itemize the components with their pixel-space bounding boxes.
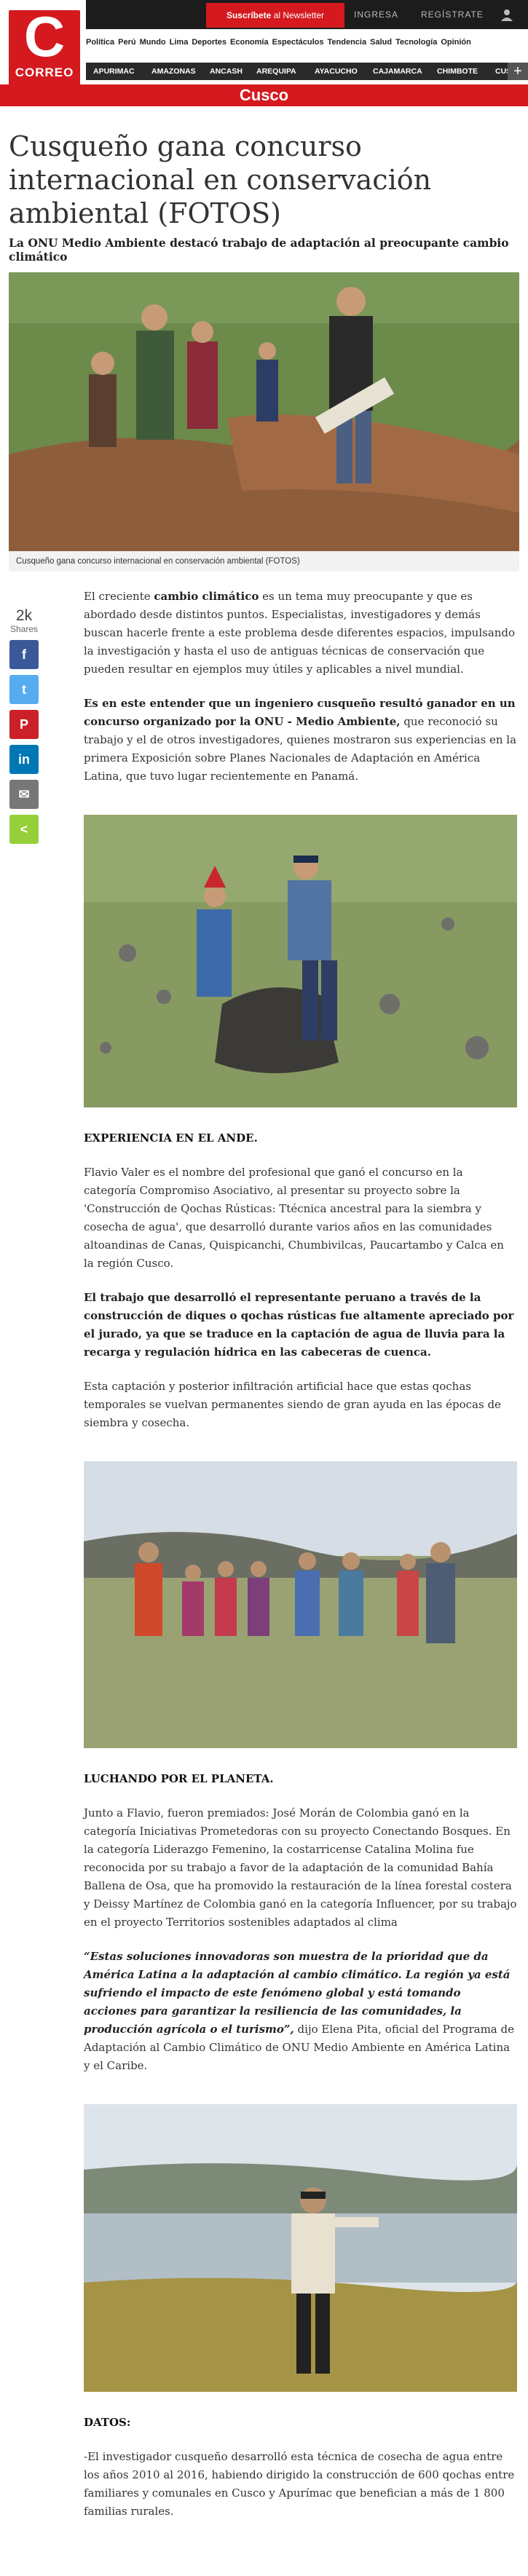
person-1 [89,352,117,447]
paragraph-7: “Estas soluciones innovadoras son muestr… [84,1948,517,2075]
section-link[interactable]: Tecnología [395,38,437,47]
paragraph-6: Junto a Flavio, fueron premiados: José M… [84,1806,517,1929]
photo-lake [84,2104,517,2392]
region-link[interactable]: AREQUIPA [256,63,296,80]
section-link[interactable]: Perú [118,38,135,47]
section-link[interactable]: Mundo [140,38,166,47]
section-link[interactable]: Tendencia [328,38,367,47]
p1-highlight: cambio climático [154,590,259,603]
top-bar: Suscríbete al Newsletter INGRESA REGÍSTR… [86,0,528,29]
section-heading-2: LUCHANDO POR EL PLANETA. [84,1772,274,1785]
region-link[interactable]: AYACUCHO [315,63,358,80]
photo-rock-scene [84,815,517,1107]
paragraph-1: El creciente cambio climático es un tema… [84,588,517,679]
paragraph-8: -El investigador cusqueño desarrolló est… [84,2450,515,2518]
p1-text-a: El creciente [84,590,154,603]
hero-photo-scene [9,272,519,551]
register-link[interactable]: REGÍSTRATE [421,0,484,29]
newsletter-prefix: Suscríbete [226,10,272,20]
logo-letter: C [23,4,66,68]
section-link[interactable]: Espectáculos [272,38,324,47]
paragraph-5: Esta captación y posterior infiltración … [84,1380,501,1429]
section-link[interactable]: Opinión [441,38,471,47]
hero-caption: Cusqueño gana concurso internacional en … [9,551,519,572]
section-link[interactable]: Lima [170,38,189,47]
correo-logo[interactable]: C CORREO [9,4,80,86]
article-body: El creciente cambio climático es un tema… [84,588,517,2521]
paragraph-2: Es en este entender que un ingeniero cus… [84,695,517,786]
site-header: C CORREO Suscríbete al Newsletter INGRES… [0,0,528,95]
section-nav: Política Perú Mundo Lima Deportes Economía Esp… [86,35,528,51]
pinterest-share-button[interactable]: P [9,710,39,739]
region-link[interactable]: APURIMAC [93,63,135,80]
article-title: Cusqueño gana concurso internacional en … [9,130,432,229]
section-heading-3: DATOS: [84,2416,131,2429]
login-link[interactable]: INGRESA [354,0,398,29]
section-link[interactable]: Economía [230,38,269,47]
email-share-button[interactable]: ✉ [9,780,39,809]
person-4 [256,342,278,422]
newsletter-button[interactable]: Suscríbete al Newsletter [206,3,344,28]
user-icon[interactable] [500,7,514,22]
section-heading-1: EXPERIENCIA EN EL ANDE. [84,1131,258,1145]
share-bar: 2k Shares f t Pin ✉ < [6,608,42,844]
paragraph-3: Flavio Valer es el nombre del profesiona… [84,1166,504,1270]
share-label: Shares [9,624,39,634]
logo-wordmark: CORREO [15,66,74,79]
photo-group-scene [84,1461,517,1748]
photo-group [84,1461,517,1748]
section-title[interactable]: Cusco [0,84,528,106]
more-regions-button[interactable]: + [508,63,528,80]
share-count: 2k [15,607,33,624]
paragraph-4: El trabajo que desarrolló el representan… [84,1289,517,1362]
hero-photo [9,272,519,551]
region-link[interactable]: ANCASH [210,63,243,80]
section-link[interactable]: Deportes [192,38,226,47]
newsletter-suffix: al Newsletter [273,10,325,20]
twitter-share-button[interactable]: t [9,675,39,704]
section-link[interactable]: Salud [370,38,392,47]
linkedin-share-button[interactable]: in [9,745,39,774]
region-link[interactable]: CHIMBOTE [437,63,478,80]
share-share-button[interactable]: < [9,815,39,844]
article: Cusqueño gana concurso internacional en … [0,106,528,2521]
p4-highlight: El trabajo que desarrolló el representan… [84,1291,514,1359]
region-link[interactable]: CAJAMARCA [373,63,422,80]
article-subtitle: La ONU Medio Ambiente destacó trabajo de… [9,236,509,264]
facebook-share-button[interactable]: f [9,640,39,669]
section-link[interactable]: Política [86,38,114,47]
photo-rock [84,815,517,1107]
region-link[interactable]: AMAZONAS [151,63,196,80]
photo-lake-scene [84,2104,517,2392]
region-nav: APURIMAC AMAZONAS ANCASH AREQUIPA AYACUCHO CA… [86,63,528,80]
